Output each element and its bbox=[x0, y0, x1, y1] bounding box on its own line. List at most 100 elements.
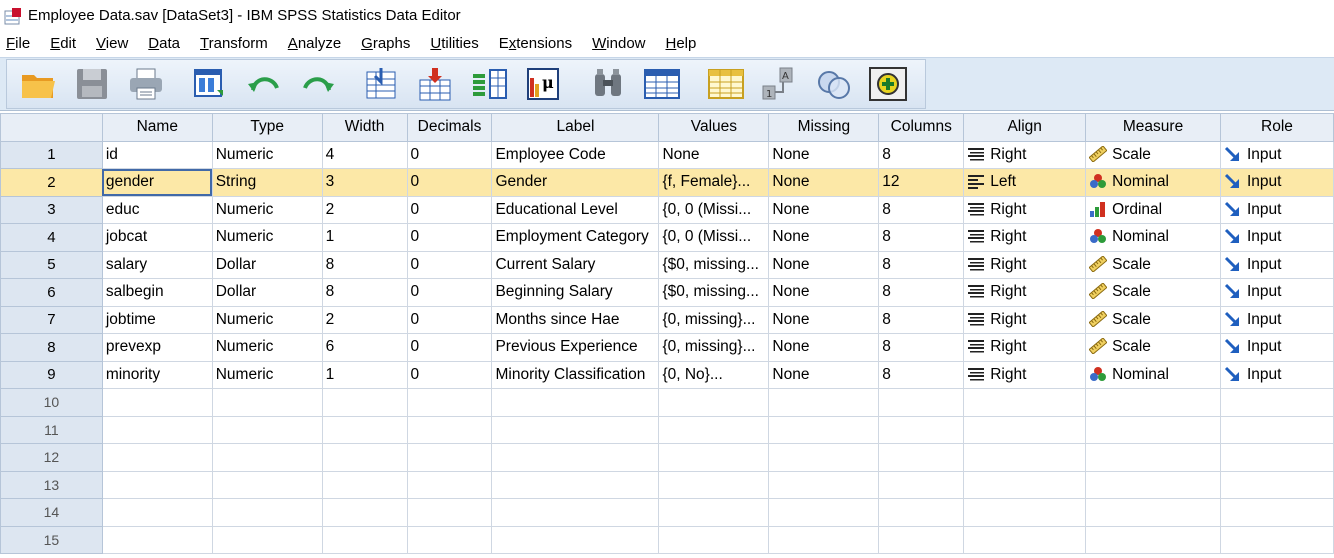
menu-graphs[interactable]: Graphs bbox=[353, 35, 422, 52]
cell-values[interactable]: {0, missing}... bbox=[658, 333, 770, 362]
cell-role[interactable] bbox=[1220, 415, 1334, 444]
cell-measure[interactable]: Scale bbox=[1085, 278, 1221, 307]
cell-measure[interactable] bbox=[1085, 388, 1221, 417]
row-number[interactable]: 11 bbox=[0, 415, 103, 444]
insert-cases-button[interactable] bbox=[639, 62, 685, 106]
cell-missing[interactable]: None bbox=[768, 360, 880, 389]
cell-measure[interactable]: Scale bbox=[1085, 140, 1221, 169]
cell-type[interactable]: Dollar bbox=[211, 250, 323, 279]
row-number[interactable]: 8 bbox=[0, 333, 103, 362]
menu-analyze[interactable]: Analyze bbox=[280, 35, 353, 52]
cell-name[interactable]: educ bbox=[101, 195, 213, 224]
cell-label[interactable]: Employee Code bbox=[491, 140, 660, 169]
cell-name[interactable]: salary bbox=[101, 250, 213, 279]
cell-name[interactable]: gender bbox=[101, 168, 213, 197]
split-file-button[interactable]: A1 bbox=[757, 62, 803, 106]
cell-role[interactable]: Input bbox=[1220, 168, 1334, 197]
cell-label[interactable] bbox=[491, 525, 660, 554]
row-number[interactable]: 7 bbox=[0, 305, 103, 334]
cell-decimals[interactable]: 0 bbox=[406, 223, 493, 252]
cell-measure[interactable]: Scale bbox=[1085, 250, 1221, 279]
row-number[interactable]: 14 bbox=[0, 498, 103, 527]
cell-type[interactable]: Numeric bbox=[211, 360, 323, 389]
cell-missing[interactable]: None bbox=[768, 223, 880, 252]
cell-align[interactable]: Right bbox=[963, 278, 1087, 307]
cell-decimals[interactable] bbox=[406, 498, 493, 527]
recall-dialog-button[interactable] bbox=[187, 62, 233, 106]
cell-name[interactable] bbox=[101, 388, 213, 417]
cell-width[interactable]: 6 bbox=[321, 333, 408, 362]
row-number[interactable]: 12 bbox=[0, 443, 103, 472]
cell-type[interactable]: Numeric bbox=[211, 223, 323, 252]
cell-role[interactable]: Input bbox=[1220, 278, 1334, 307]
column-header-decimals[interactable]: Decimals bbox=[406, 113, 493, 142]
cell-decimals[interactable] bbox=[406, 470, 493, 499]
cell-align[interactable] bbox=[963, 470, 1087, 499]
row-number[interactable]: 2 bbox=[0, 168, 103, 197]
cell-columns[interactable]: 8 bbox=[878, 140, 965, 169]
cell-name[interactable]: salbegin bbox=[101, 278, 213, 307]
cell-values[interactable] bbox=[658, 415, 770, 444]
menu-window[interactable]: Window bbox=[584, 35, 657, 52]
cell-label[interactable]: Current Salary bbox=[491, 250, 660, 279]
menu-help[interactable]: Help bbox=[658, 35, 709, 52]
cell-decimals[interactable] bbox=[406, 388, 493, 417]
variables-button[interactable] bbox=[467, 62, 513, 106]
row-number[interactable]: 13 bbox=[0, 470, 103, 499]
cell-type[interactable]: Numeric bbox=[211, 195, 323, 224]
cell-values[interactable]: {0, 0 (Missi... bbox=[658, 195, 770, 224]
cell-width[interactable]: 8 bbox=[321, 278, 408, 307]
cell-columns[interactable] bbox=[878, 525, 965, 554]
column-header-missing[interactable]: Missing bbox=[768, 113, 880, 142]
menu-transform[interactable]: Transform bbox=[192, 35, 280, 52]
row-number[interactable]: 1 bbox=[0, 140, 103, 169]
cell-values[interactable]: {0, missing}... bbox=[658, 305, 770, 334]
cell-missing[interactable] bbox=[768, 388, 880, 417]
cell-role[interactable]: Input bbox=[1220, 333, 1334, 362]
menu-file[interactable]: File bbox=[0, 35, 42, 52]
menu-utilities[interactable]: Utilities bbox=[422, 35, 490, 52]
cell-missing[interactable] bbox=[768, 470, 880, 499]
row-number[interactable]: 3 bbox=[0, 195, 103, 224]
row-number[interactable]: 15 bbox=[0, 525, 103, 554]
cell-type[interactable]: Dollar bbox=[211, 278, 323, 307]
cell-type[interactable] bbox=[211, 498, 323, 527]
column-header-align[interactable]: Align bbox=[963, 113, 1087, 142]
cell-role[interactable] bbox=[1220, 388, 1334, 417]
print-button[interactable] bbox=[123, 62, 169, 106]
cell-align[interactable]: Right bbox=[963, 305, 1087, 334]
column-header-role[interactable]: Role bbox=[1220, 113, 1334, 142]
cell-role[interactable] bbox=[1220, 525, 1334, 554]
cell-missing[interactable]: None bbox=[768, 195, 880, 224]
cell-width[interactable]: 2 bbox=[321, 305, 408, 334]
menu-view[interactable]: View bbox=[88, 35, 140, 52]
cell-missing[interactable] bbox=[768, 525, 880, 554]
cell-decimals[interactable] bbox=[406, 443, 493, 472]
cell-measure[interactable]: Scale bbox=[1085, 305, 1221, 334]
cell-measure[interactable]: Nominal bbox=[1085, 223, 1221, 252]
goto-case-button[interactable] bbox=[359, 62, 405, 106]
cell-type[interactable] bbox=[211, 525, 323, 554]
cell-role[interactable] bbox=[1220, 498, 1334, 527]
cell-label[interactable]: Educational Level bbox=[491, 195, 660, 224]
cell-measure[interactable] bbox=[1085, 470, 1221, 499]
cell-align[interactable]: Right bbox=[963, 360, 1087, 389]
cell-align[interactable] bbox=[963, 388, 1087, 417]
cell-type[interactable] bbox=[211, 470, 323, 499]
cell-measure[interactable] bbox=[1085, 525, 1221, 554]
menu-extensions[interactable]: Extensions bbox=[491, 35, 584, 52]
cell-align[interactable]: Right bbox=[963, 333, 1087, 362]
cell-decimals[interactable]: 0 bbox=[406, 168, 493, 197]
cell-align[interactable]: Right bbox=[963, 140, 1087, 169]
use-variable-sets-button[interactable] bbox=[865, 62, 911, 106]
cell-align[interactable]: Left bbox=[963, 168, 1087, 197]
cell-align[interactable] bbox=[963, 415, 1087, 444]
cell-measure[interactable] bbox=[1085, 443, 1221, 472]
cell-role[interactable] bbox=[1220, 443, 1334, 472]
cell-width[interactable] bbox=[321, 525, 408, 554]
cell-type[interactable]: Numeric bbox=[211, 140, 323, 169]
cell-name[interactable]: minority bbox=[101, 360, 213, 389]
cell-label[interactable] bbox=[491, 388, 660, 417]
cell-type[interactable]: String bbox=[211, 168, 323, 197]
cell-columns[interactable]: 8 bbox=[878, 195, 965, 224]
